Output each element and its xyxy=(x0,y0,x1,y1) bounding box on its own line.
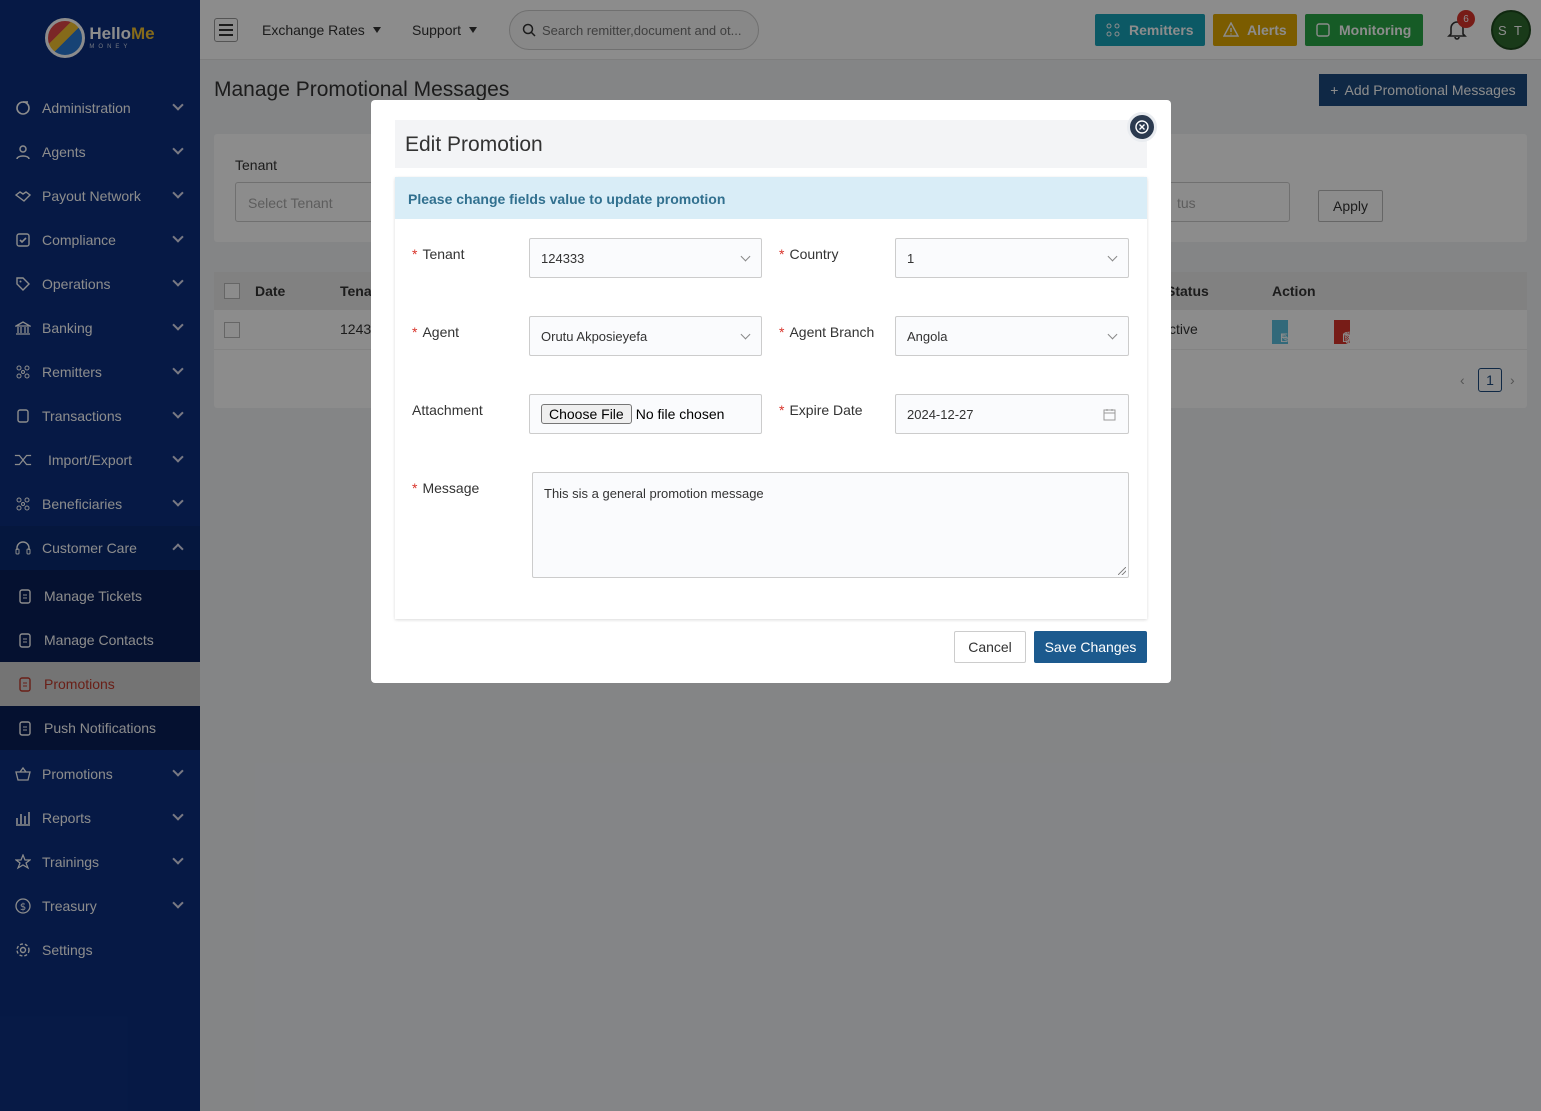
agent-branch-field-label: * Agent Branch xyxy=(779,324,875,340)
resize-grip-icon[interactable] xyxy=(1118,567,1126,575)
choose-file-button[interactable]: Choose File xyxy=(541,404,632,424)
info-banner: Please change fields value to update pro… xyxy=(395,177,1147,219)
attachment-field-label: Attachment xyxy=(412,402,483,418)
file-status: No file chosen xyxy=(635,406,725,422)
country-field-label: * Country xyxy=(779,246,839,262)
agent-branch-value: Angola xyxy=(907,329,948,344)
save-changes-button[interactable]: Save Changes xyxy=(1034,631,1147,663)
cancel-button[interactable]: Cancel xyxy=(954,631,1026,663)
expire-date-value: 2024-12-27 xyxy=(907,407,974,422)
agent-select[interactable]: Orutu Akposieyefa xyxy=(529,316,762,356)
agent-value: Orutu Akposieyefa xyxy=(541,329,648,344)
chevron-down-icon xyxy=(1107,329,1118,340)
modal-body: Please change fields value to update pro… xyxy=(395,177,1147,619)
agent-branch-select[interactable]: Angola xyxy=(895,316,1129,356)
country-select[interactable]: 1 xyxy=(895,238,1129,278)
tenant-select[interactable]: 124333 xyxy=(529,238,762,278)
edit-promotion-modal: Edit Promotion Please change fields valu… xyxy=(371,100,1171,683)
message-value: This sis a general promotion message xyxy=(544,486,764,501)
agent-field-label: * Agent xyxy=(412,324,460,340)
chevron-down-icon xyxy=(1107,251,1118,262)
expire-date-field-label: * Expire Date xyxy=(779,402,863,418)
chevron-down-icon xyxy=(740,329,751,340)
chevron-down-icon xyxy=(740,251,751,262)
message-field-label: * Message xyxy=(412,480,480,496)
calendar-icon[interactable] xyxy=(1103,408,1116,421)
country-value: 1 xyxy=(907,251,915,266)
modal-title: Edit Promotion xyxy=(395,120,1147,168)
tenant-value: 124333 xyxy=(541,251,585,266)
close-icon[interactable] xyxy=(1127,112,1157,142)
expire-date-input[interactable]: 2024-12-27 xyxy=(895,394,1129,434)
tenant-field-label: * Tenant xyxy=(412,246,465,262)
message-textarea[interactable]: This sis a general promotion message xyxy=(532,472,1129,578)
attachment-file-input: Choose File No file chosen xyxy=(529,394,762,434)
